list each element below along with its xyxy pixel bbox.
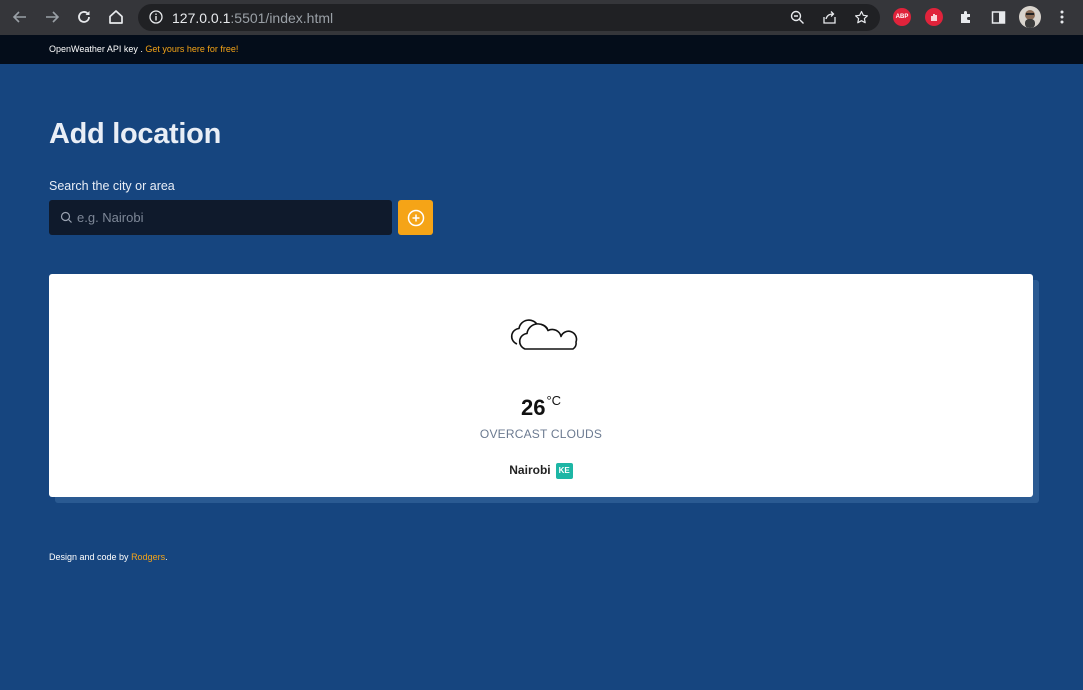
- hand-icon: [931, 14, 937, 21]
- temperature-unit: °C: [546, 393, 562, 408]
- city-name: Nairobi: [509, 463, 551, 477]
- get-api-key-link[interactable]: Get yours here for free!: [145, 44, 238, 54]
- api-key-notice: OpenWeather API key . Get yours here for…: [49, 44, 238, 55]
- weather-card: 26°C OVERCAST CLOUDS Nairobi KE: [49, 274, 1033, 497]
- search-label: Search the city or area: [49, 179, 175, 193]
- info-icon[interactable]: [149, 10, 163, 24]
- search-icon: [60, 211, 72, 223]
- extensions-icon: [961, 11, 970, 23]
- browser-toolbar: 127.0.0.1:5501/index.html ABP: [0, 0, 1083, 35]
- side-panel-icon: [991, 10, 1005, 24]
- abp-label: ABP: [895, 14, 909, 20]
- stop-icon[interactable]: [925, 8, 943, 26]
- profile-icon: [1025, 10, 1035, 28]
- zoom-button[interactable]: [789, 9, 806, 26]
- reload-button[interactable]: [73, 6, 95, 28]
- profile-avatar[interactable]: [1019, 6, 1041, 28]
- home-icon: [109, 10, 123, 24]
- menu-button[interactable]: [1053, 8, 1071, 26]
- footer: Design and code by Rodgers.: [49, 552, 168, 563]
- share-button[interactable]: [821, 9, 838, 26]
- weather-description: OVERCAST CLOUDS: [479, 427, 603, 441]
- country-badge: KE: [555, 463, 573, 479]
- footer-suffix: .: [165, 552, 168, 562]
- author-link[interactable]: Rodgers: [131, 552, 165, 562]
- temperature-value: 26: [520, 395, 546, 420]
- arrow-right-icon: [46, 11, 60, 23]
- search-field[interactable]: [49, 200, 392, 235]
- bookmark-button[interactable]: [853, 9, 870, 26]
- kebab-menu-icon: [1060, 10, 1064, 24]
- add-location-button[interactable]: [398, 200, 433, 235]
- abp-icon[interactable]: ABP: [893, 8, 911, 26]
- plus-circle-icon: [407, 209, 424, 226]
- overcast-clouds-icon: [510, 319, 578, 350]
- footer-text: Design and code by: [49, 552, 132, 562]
- url-text: 127.0.0.1:5501/index.html: [172, 10, 334, 26]
- star-icon: [855, 10, 868, 24]
- page-title: Add location: [49, 118, 222, 150]
- sidepanel-icon[interactable]: [989, 8, 1007, 26]
- home-button[interactable]: [105, 6, 127, 28]
- api-key-notice-bar: OpenWeather API key . Get yours here for…: [0, 35, 1083, 64]
- location-row: Nairobi KE: [49, 463, 1033, 479]
- reload-icon: [78, 11, 90, 23]
- forward-button[interactable]: [41, 6, 63, 28]
- search-input[interactable]: [77, 200, 382, 235]
- api-key-label: OpenWeather API key .: [49, 44, 146, 54]
- share-icon: [823, 11, 836, 24]
- puzzle-icon[interactable]: [957, 8, 975, 26]
- arrow-left-icon: [12, 11, 26, 23]
- zoom-icon: [790, 10, 804, 24]
- back-button[interactable]: [9, 6, 31, 28]
- address-bar[interactable]: 127.0.0.1:5501/index.html: [138, 4, 880, 31]
- temperature: 26°C: [49, 393, 1033, 424]
